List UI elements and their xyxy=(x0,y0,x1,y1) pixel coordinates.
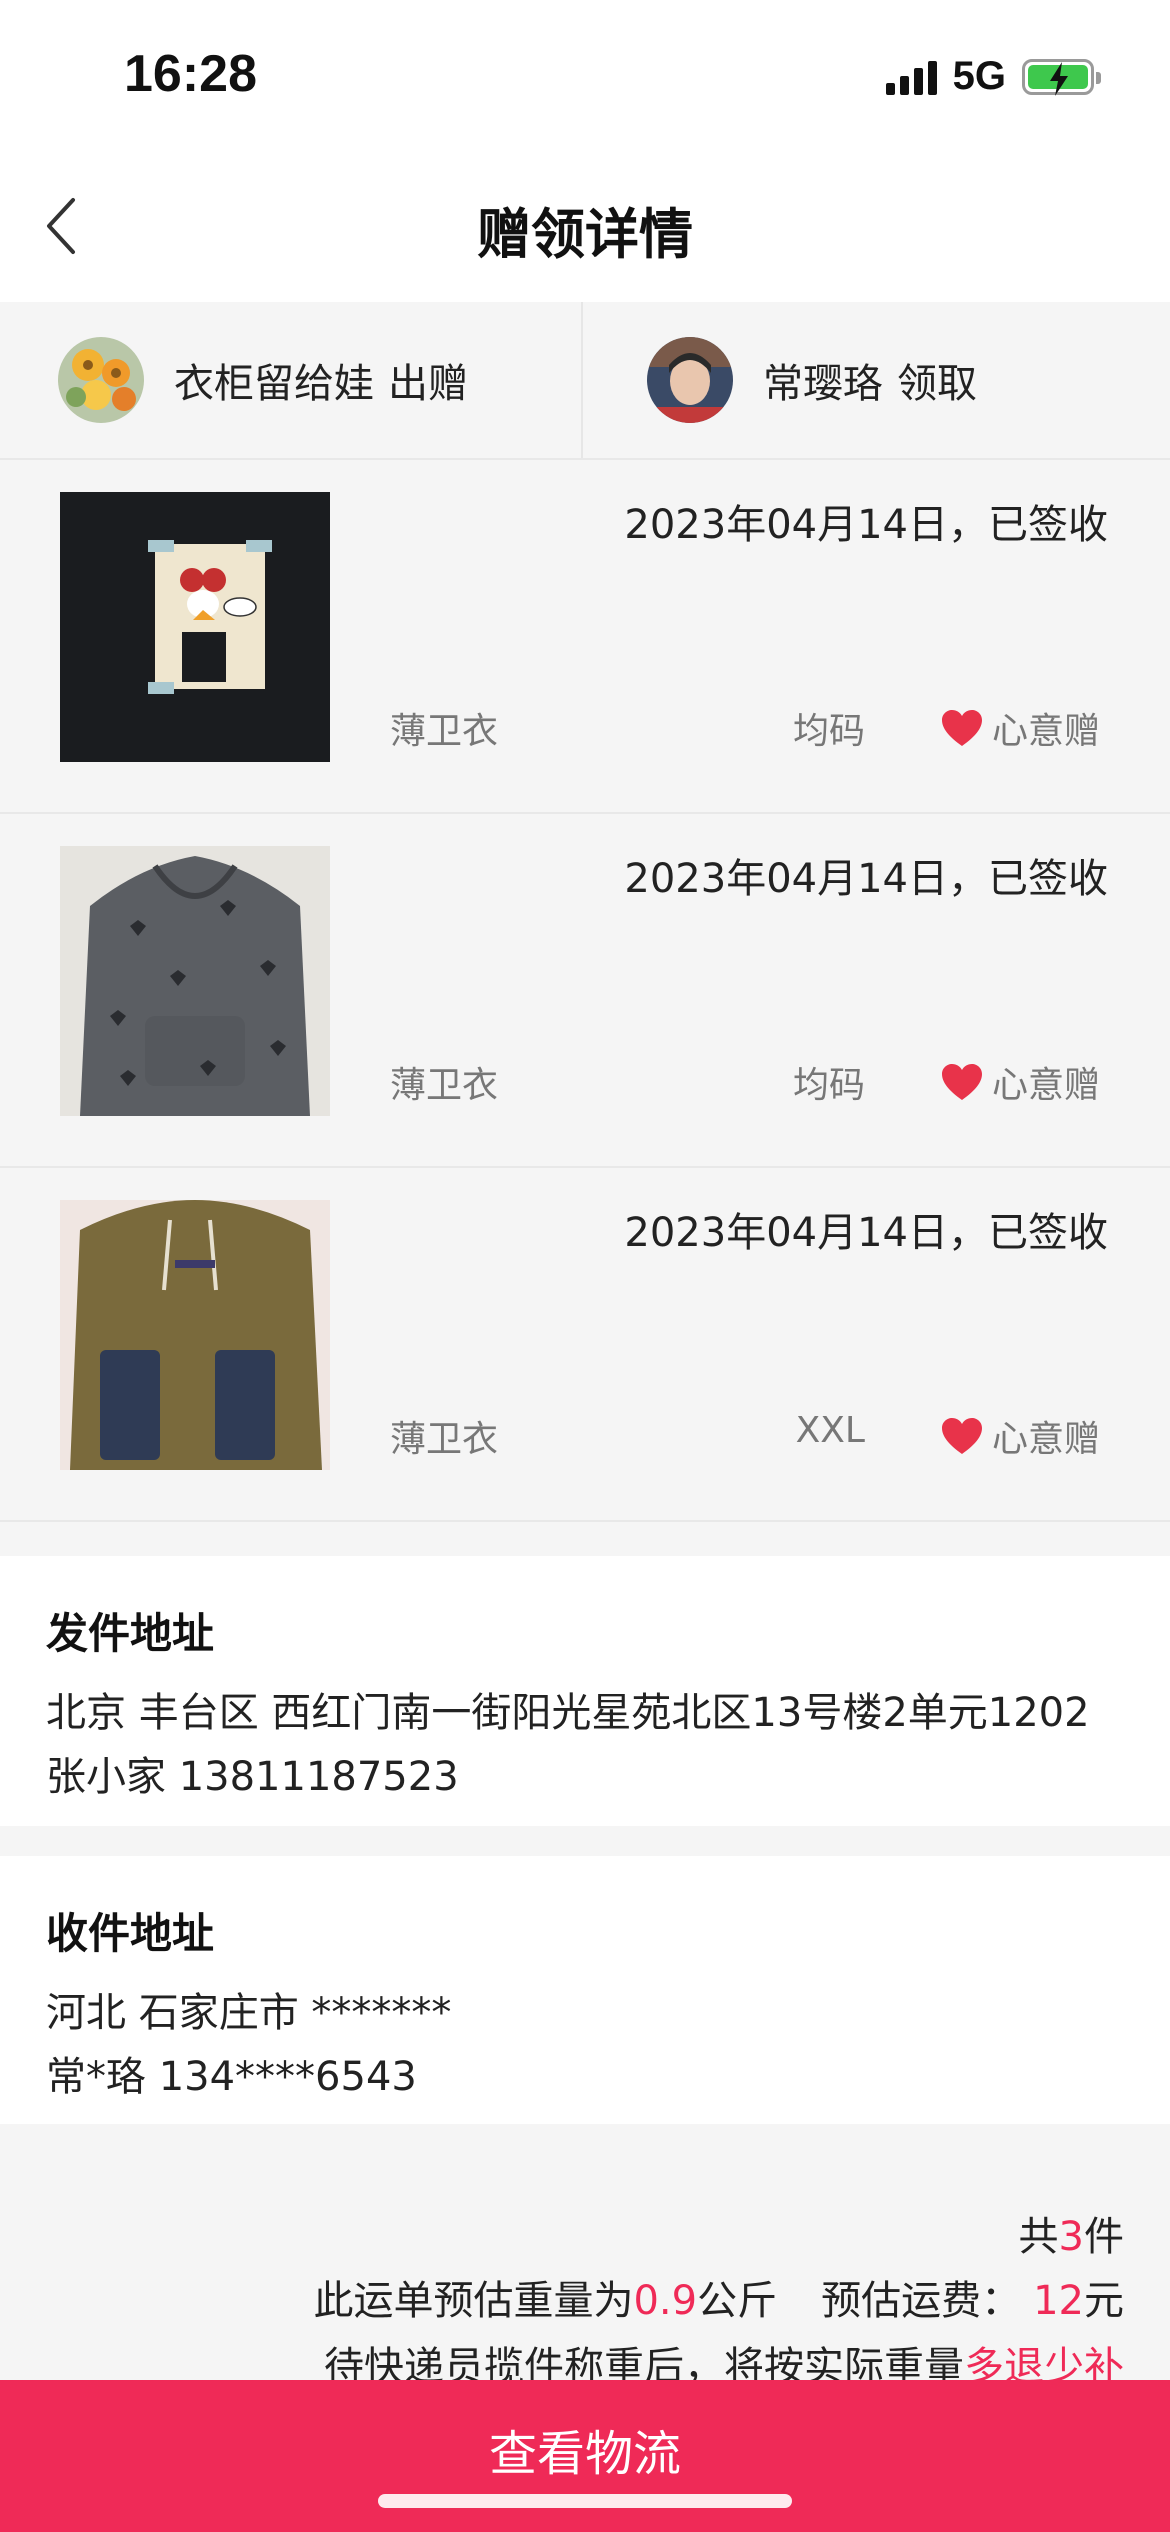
status-bar: 16:28 5G xyxy=(0,0,1170,150)
item-tag-label: 心意赠 xyxy=(991,1419,1100,1460)
item-name: 薄卫衣 xyxy=(390,1419,499,1460)
item-tag: 心意赠 xyxy=(940,702,1100,754)
item-size: 均码 xyxy=(792,1065,865,1106)
receiver-name: 常璎珞 xyxy=(763,361,883,407)
list-item[interactable]: 2023年04月14日，已签收 薄卫衣 均码 心意赠 xyxy=(0,816,1170,1168)
receiver-text: 常璎珞 领取 xyxy=(763,351,977,409)
sender-contact: 张小家 13811187523 xyxy=(46,1754,459,1800)
item-name: 薄卫衣 xyxy=(390,711,499,752)
item-name: 薄卫衣 xyxy=(390,1065,499,1106)
parties-row: 衣柜留给娃 出赠 常璎珞 领取 xyxy=(0,302,1170,460)
item-tag: 心意赠 xyxy=(940,1410,1100,1462)
giver-verb: 出赠 xyxy=(388,361,468,407)
heart-icon xyxy=(941,710,982,746)
giver-text: 衣柜留给娃 出赠 xyxy=(174,351,468,409)
sender-address-line: 北京 丰台区 西红门南一街阳光星苑北区13号楼2单元1202 xyxy=(46,1690,1090,1736)
view-logistics-button[interactable]: 查看物流 xyxy=(0,2380,1170,2532)
receiver-contact: 常*珞 134****6543 xyxy=(46,2054,417,2100)
fee-label: 预估运费： xyxy=(821,2278,1022,2324)
receiver-address-card: 收件地址 河北 石家庄市 ******* 常*珞 134****6543 xyxy=(0,1856,1170,2124)
receiver-address-title: 收件地址 xyxy=(46,1909,215,1958)
weight-fee-line: 此运单预估重量为0.9公斤 预估运费： 12元 xyxy=(313,2268,1124,2326)
item-tag: 心意赠 xyxy=(940,1056,1100,1108)
nav-bar: 赠领详情 xyxy=(0,150,1170,302)
battery-charging-icon xyxy=(1022,58,1101,96)
network-type: 5G xyxy=(952,54,1006,98)
giver-profile[interactable]: 衣柜留给娃 出赠 xyxy=(0,302,581,458)
item-date-status: 2023年04月14日，已签收 xyxy=(624,502,1108,548)
sender-address-card: 发件地址 北京 丰台区 西红门南一街阳光星苑北区13号楼2单元1202 张小家 … xyxy=(0,1556,1170,1826)
item-count-suffix: 件 xyxy=(1084,2214,1124,2260)
item-photo[interactable] xyxy=(60,846,330,1116)
giver-avatar[interactable] xyxy=(58,337,144,423)
item-size: XXL xyxy=(795,1410,865,1451)
item-date-status: 2023年04月14日，已签收 xyxy=(624,1210,1108,1256)
status-indicators: 5G xyxy=(885,54,1101,99)
home-indicator[interactable] xyxy=(378,2494,792,2508)
receiver-profile[interactable]: 常璎珞 领取 xyxy=(581,302,1170,458)
item-date-status: 2023年04月14日，已签收 xyxy=(624,856,1108,902)
item-count: 共3件 xyxy=(1019,2204,1124,2262)
item-photo[interactable] xyxy=(60,1200,330,1470)
heart-icon xyxy=(941,1064,982,1100)
sender-address-title: 发件地址 xyxy=(46,1609,215,1658)
giver-name: 衣柜留给娃 xyxy=(174,361,374,407)
receiver-address-line: 河北 石家庄市 ******* xyxy=(46,1990,452,2036)
item-tag-label: 心意赠 xyxy=(991,1065,1100,1106)
fee-unit: 元 xyxy=(1084,2278,1124,2324)
weight-prefix: 此运单预估重量为 xyxy=(313,2278,634,2324)
view-logistics-label: 查看物流 xyxy=(488,2426,681,2482)
list-item[interactable]: 2023年04月14日，已签收 薄卫衣 XXL 心意赠 xyxy=(0,1170,1170,1522)
weight-unit: 公斤 xyxy=(697,2278,778,2324)
item-count-value: 3 xyxy=(1058,2214,1084,2260)
shipping-summary: 共3件 此运单预估重量为0.9公斤 预估运费： 12元 待快递员揽件称重后，将按实际… xyxy=(0,2124,1170,2390)
heart-icon xyxy=(941,1418,982,1454)
receiver-verb: 领取 xyxy=(897,361,977,407)
item-tag-label: 心意赠 xyxy=(991,711,1100,752)
receiver-avatar[interactable] xyxy=(647,337,733,423)
item-size: 均码 xyxy=(792,711,865,752)
list-item[interactable]: 2023年04月14日，已签收 薄卫衣 均码 心意赠 xyxy=(0,462,1170,814)
item-photo[interactable] xyxy=(60,492,330,762)
weight-value: 0.9 xyxy=(633,2278,698,2324)
item-count-prefix: 共 xyxy=(1018,2214,1059,2260)
fee-value: 12 xyxy=(1033,2278,1084,2324)
signal-icon xyxy=(885,59,937,95)
status-time: 16:28 xyxy=(124,45,257,103)
page-title: 赠领详情 xyxy=(477,203,693,266)
